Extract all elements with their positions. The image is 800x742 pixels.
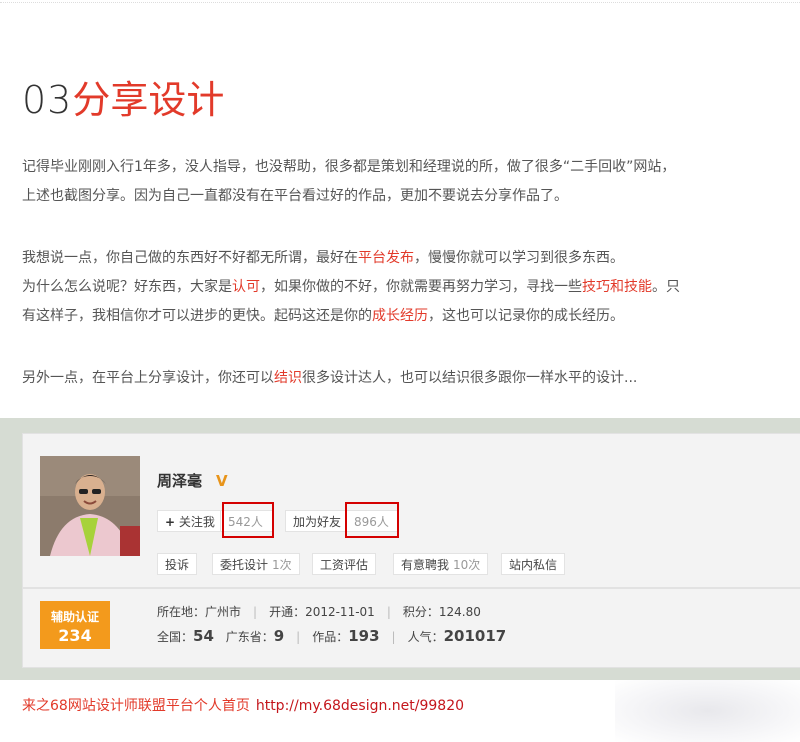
designer-name[interactable]: 周泽毫 — [157, 470, 202, 491]
paragraph-line: 有这样子，我相信你才可以进步的更快。起码这还是你的成长经历，这也可以记录你的成长… — [22, 302, 792, 331]
plus-icon: + — [165, 515, 176, 529]
hire-me-button[interactable]: 有意聘我 10次 — [393, 553, 489, 575]
profile-card: 周泽毫 V + 关注我 542人 加为好友 896人 投诉 委托设计 1次 工资评… — [22, 433, 800, 588]
section-title: 分享设计 — [72, 78, 225, 122]
highlight-text: 结识 — [274, 370, 302, 386]
paragraph-line: 为什么怎么说呢？好东西，大家是认可，如果你做的不好，你就需要再努力学习，寻找一些… — [22, 273, 792, 302]
follow-label: 关注我 — [178, 515, 215, 529]
paragraph-line: 另外一点，在平台上分享设计，你还可以结识很多设计达人，也可以结识很多跟你一样水平… — [22, 364, 792, 393]
popularity-count: 201017 — [443, 627, 507, 645]
top-divider — [0, 2, 800, 4]
commission-design-button[interactable]: 委托设计 1次 — [212, 553, 300, 575]
add-friend-button[interactable]: 加为好友 — [285, 510, 347, 532]
works-count: 193 — [348, 627, 380, 645]
message-label: 站内私信 — [509, 558, 558, 572]
hire-count: 10次 — [453, 558, 481, 572]
text: 为什么怎么说呢？好东西，大家是 — [22, 279, 232, 295]
section-heading: 03分享设计 — [22, 74, 224, 126]
highlight-box — [345, 502, 399, 538]
popularity-label: 人气： — [407, 630, 444, 644]
text: 我想说一点，你自己做的东西好不好都无所谓，最好在 — [22, 250, 358, 266]
paragraph-line: 我想说一点，你自己做的东西好不好都无所谓，最好在平台发布，慢慢你就可以学习到很多… — [22, 244, 792, 273]
profile-stats-card: 辅助认证 234 所在地：广州市 | 开通：2012-11-01 | 积分：124.80… — [22, 588, 800, 668]
text: 另外一点，在平台上分享设计，你还可以 — [22, 370, 274, 386]
private-message-button[interactable]: 站内私信 — [501, 553, 566, 575]
hire-label: 有意聘我 — [401, 558, 450, 572]
points: 积分：124.80 — [402, 605, 481, 619]
profile-meta: 所在地：广州市 | 开通：2012-11-01 | 积分：124.80 — [157, 605, 481, 619]
location: 所在地：广州市 — [157, 605, 242, 619]
source-credit: 来之68网站设计师联盟平台个人首页 http://my.68design.net/… — [22, 695, 464, 715]
paragraph-1: 记得毕业刚刚入行1年多，没人指导，也没帮助，很多都是策划和经理说的所，做了很多“… — [22, 153, 792, 211]
source-link[interactable]: http://my.68design.net/99820 — [256, 698, 464, 714]
works-label: 作品： — [312, 630, 349, 644]
highlight-text: 技巧和技能 — [582, 279, 652, 295]
text: ，慢慢你就可以学习到很多东西。 — [414, 250, 624, 266]
province-rank: 9 — [273, 627, 285, 645]
province-label: 广东省： — [225, 630, 274, 644]
profile-rankings: 全国：54 广东省：9 | 作品：193 | 人气：201017 — [157, 627, 507, 645]
designer-profile: 周泽毫 V + 关注我 542人 加为好友 896人 投诉 委托设计 1次 工资评… — [0, 418, 800, 680]
text: ，如果你做的不好，你就需要再努力学习，寻找一些 — [260, 279, 582, 295]
opened-date: 开通：2012-11-01 — [269, 605, 375, 619]
paragraph-line: 上述也截图分享。因为自己一直都没有在平台看过好的作品，更加不要说去分享作品了。 — [22, 188, 568, 204]
national-label: 全国： — [157, 630, 194, 644]
paragraph-3: 另外一点，在平台上分享设计，你还可以结识很多设计达人，也可以结识很多跟你一样水平… — [22, 364, 792, 393]
commission-label: 委托设计 — [220, 558, 269, 572]
badge-value: 234 — [58, 626, 92, 645]
salary-label: 工资评估 — [320, 558, 369, 572]
verified-icon: V — [216, 472, 228, 490]
report-button[interactable]: 投诉 — [157, 553, 198, 575]
follow-button[interactable]: + 关注我 — [157, 510, 221, 532]
avatar-photo — [40, 456, 140, 556]
national-rank: 54 — [193, 627, 214, 645]
text: 很多设计达人，也可以结识很多跟你一样水平的设计... — [302, 370, 638, 386]
salary-estimate-button[interactable]: 工资评估 — [312, 553, 377, 575]
paragraph-2: 我想说一点，你自己做的东西好不好都无所谓，最好在平台发布，慢慢你就可以学习到很多… — [22, 244, 792, 331]
certification-badge: 辅助认证 234 — [40, 601, 110, 649]
text: 有这样子，我相信你才可以进步的更快。起码这还是你的 — [22, 308, 372, 324]
highlight-text: 认可 — [232, 279, 260, 295]
text: ，这也可以记录你的成长经历。 — [428, 308, 624, 324]
report-label: 投诉 — [165, 558, 190, 572]
commission-count: 1次 — [272, 558, 292, 572]
blurred-watermark — [615, 680, 800, 742]
text: 。只 — [652, 279, 680, 295]
badge-title: 辅助认证 — [50, 610, 99, 624]
highlight-box — [222, 502, 274, 538]
highlight-text: 成长经历 — [372, 308, 428, 324]
source-text: 来之68网站设计师联盟平台个人首页 — [22, 698, 250, 714]
paragraph-line: 记得毕业刚刚入行1年多，没人指导，也没帮助，很多都是策划和经理说的所，做了很多“… — [22, 159, 676, 175]
section-number: 03 — [22, 78, 73, 122]
avatar[interactable] — [40, 456, 140, 556]
highlight-text: 平台发布 — [358, 250, 414, 266]
